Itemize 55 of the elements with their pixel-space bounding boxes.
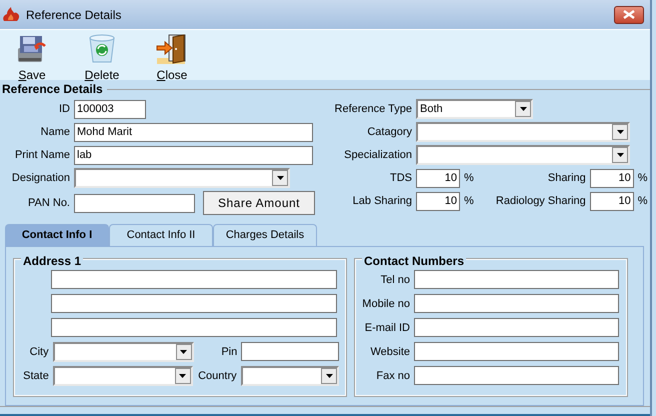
input-field[interactable] xyxy=(414,342,619,362)
share-amount-button[interactable]: Share Amount xyxy=(203,191,315,216)
unit-label: % xyxy=(638,171,648,186)
field-label: E-mail ID xyxy=(364,320,410,336)
field-label: ID xyxy=(58,102,70,118)
input-field[interactable] xyxy=(51,294,337,314)
unit-label: % xyxy=(464,171,474,186)
close-icon xyxy=(623,10,635,20)
field-label: Print Name xyxy=(14,148,70,164)
section-title: Reference Details xyxy=(2,81,103,98)
input-field[interactable]: 10 xyxy=(590,192,634,211)
input-field[interactable]: 100003 xyxy=(74,100,146,119)
app-icon xyxy=(2,6,20,23)
input-field[interactable] xyxy=(414,294,619,314)
field-label: Reference Type xyxy=(334,102,412,118)
field-label: Specialization xyxy=(343,148,412,164)
input-field[interactable]: 10 xyxy=(590,168,634,188)
unit-label: % xyxy=(638,194,648,210)
field-label: City xyxy=(28,344,49,360)
save-button[interactable]: Save xyxy=(12,32,52,80)
field-label: Fax no xyxy=(375,368,410,384)
input-field[interactable]: Mohd Marit xyxy=(74,122,313,142)
input-field[interactable] xyxy=(51,318,337,338)
field-label: Country xyxy=(197,368,237,384)
tab[interactable]: Contact Info I xyxy=(5,224,109,246)
input-field[interactable] xyxy=(414,366,619,386)
field-label: Mobile no xyxy=(362,296,410,312)
field-label: Radiology Sharing xyxy=(494,194,586,210)
field-label: Catagory xyxy=(366,125,412,140)
field-label: Designation xyxy=(10,171,70,186)
field-label: Lab Sharing xyxy=(352,194,412,210)
field-label: State xyxy=(22,368,49,384)
input-field[interactable]: lab xyxy=(74,146,313,165)
close-button[interactable] xyxy=(614,6,644,24)
tab[interactable]: Charges Details xyxy=(213,224,317,246)
tab[interactable]: Contact Info II xyxy=(109,224,213,246)
input-field[interactable] xyxy=(241,342,339,362)
field-label: Tel no xyxy=(380,272,410,288)
field-label: Sharing xyxy=(546,171,586,186)
field-label: PAN No. xyxy=(27,196,70,212)
window-title: Reference Details xyxy=(26,6,122,24)
input-field[interactable] xyxy=(414,270,619,290)
input-field[interactable] xyxy=(74,194,195,213)
dropdown[interactable]: Both xyxy=(416,99,533,120)
field-label: TDS xyxy=(389,171,412,186)
field-label: Name xyxy=(40,125,70,140)
close-button[interactable]: Close xyxy=(152,32,192,80)
input-field[interactable]: 10 xyxy=(416,168,460,188)
unit-label: % xyxy=(464,194,474,210)
input-field[interactable]: 10 xyxy=(416,192,460,211)
field-label: Website xyxy=(369,344,410,360)
delete-button[interactable]: Delete xyxy=(82,32,122,80)
input-field[interactable] xyxy=(414,318,619,338)
input-field[interactable] xyxy=(51,270,337,290)
field-label: Pin xyxy=(220,344,238,360)
